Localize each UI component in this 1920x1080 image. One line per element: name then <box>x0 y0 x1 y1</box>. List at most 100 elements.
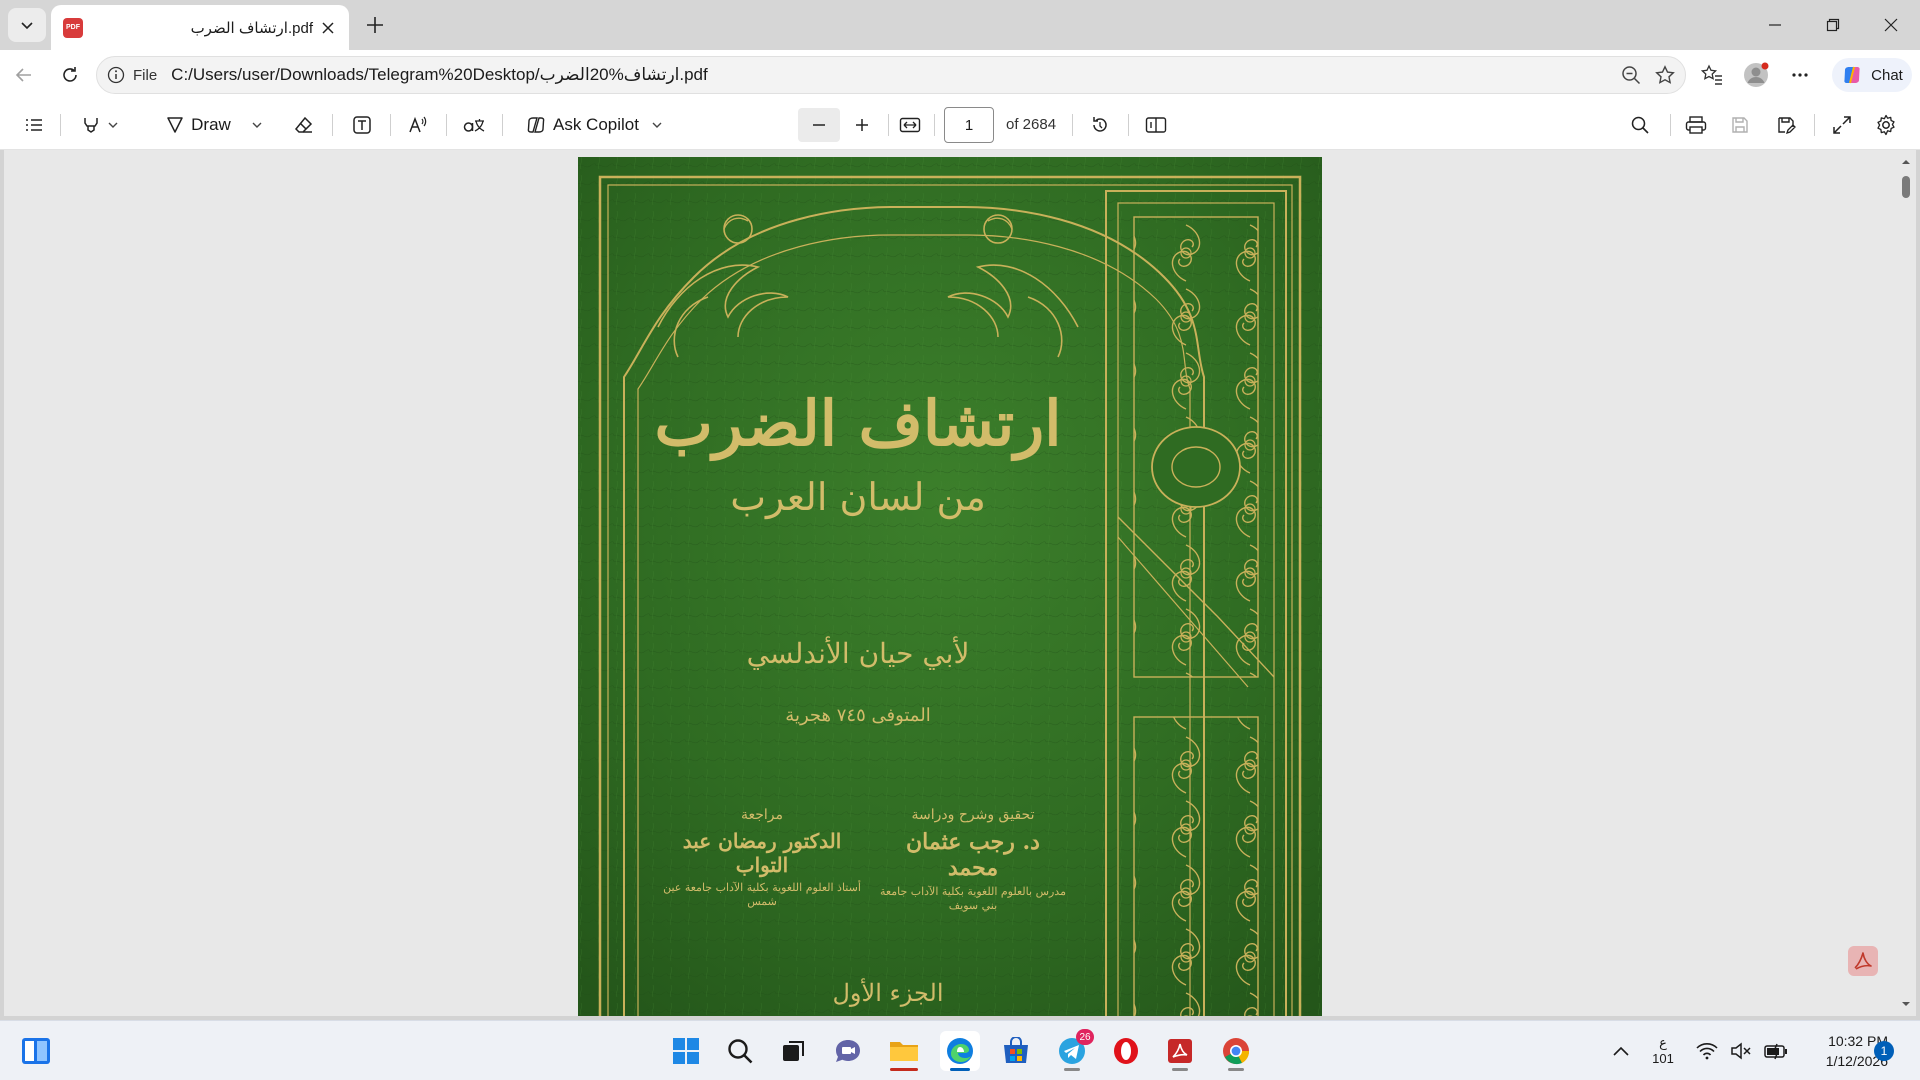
chevron-down-icon <box>108 122 118 128</box>
opera-button[interactable] <box>1106 1031 1146 1071</box>
favorites-button[interactable] <box>1694 58 1730 92</box>
book-subtitle: من لسان العرب <box>730 475 986 519</box>
ask-copilot-button[interactable]: Ask Copilot <box>518 108 670 142</box>
toolbar-divider <box>1814 114 1815 136</box>
zoom-in-button[interactable] <box>844 108 880 142</box>
pdf-viewer[interactable]: ارتشاف الضرب من لسان العرب لأبي حيان الأ… <box>4 150 1916 1016</box>
save-as-button[interactable] <box>1768 108 1804 142</box>
running-indicator <box>1064 1068 1080 1071</box>
widgets-button[interactable] <box>16 1031 56 1071</box>
input-language-button[interactable]: ع 101 <box>1648 1031 1678 1071</box>
draw-button[interactable]: Draw <box>156 108 272 142</box>
plus-icon <box>856 119 868 131</box>
url-text[interactable]: C:/Users/user/Downloads/Telegram%20Deskt… <box>171 65 1621 85</box>
show-hidden-icons-button[interactable] <box>1606 1031 1636 1071</box>
find-button[interactable] <box>1622 108 1658 142</box>
browser-tab-active[interactable]: PDF ارتشاف الضرب.pdf <box>51 5 349 50</box>
running-indicator <box>890 1068 918 1071</box>
site-info-button[interactable]: File <box>107 66 157 84</box>
telegram-button[interactable]: 26 <box>1052 1029 1094 1071</box>
teams-chat-button[interactable] <box>828 1031 868 1071</box>
favorite-star-icon[interactable] <box>1655 65 1675 85</box>
highlight-button[interactable] <box>70 108 130 142</box>
windows-taskbar: 26 ع 101 10:32 PM 1/12/2026 1 <box>0 1020 1920 1080</box>
acrobat-icon <box>1854 952 1872 970</box>
restore-icon <box>1826 18 1840 32</box>
minimize-window-button[interactable] <box>1746 0 1804 50</box>
rotate-button[interactable] <box>1082 108 1118 142</box>
toolbar-divider <box>446 114 447 136</box>
chrome-button[interactable] <box>1216 1031 1256 1071</box>
teams-chat-icon <box>836 1040 860 1062</box>
refresh-icon <box>63 67 77 82</box>
save-disk-icon <box>1732 117 1748 133</box>
microsoft-store-button[interactable] <box>996 1031 1036 1071</box>
toolbar-divider <box>502 114 503 136</box>
notification-count-badge[interactable]: 1 <box>1874 1041 1894 1061</box>
chat-label: Chat <box>1871 66 1903 84</box>
copilot-icon <box>1844 66 1860 84</box>
chevron-down-icon <box>252 122 262 128</box>
toolbar-divider <box>1072 114 1073 136</box>
search-icon <box>728 1039 753 1064</box>
settings-more-button[interactable] <box>1782 58 1818 92</box>
file-explorer-button[interactable] <box>884 1031 924 1071</box>
zoom-out-button[interactable] <box>798 108 840 142</box>
book-reviewer-heading: مراجعة <box>740 807 784 823</box>
pdf-editor-button[interactable] <box>1160 1031 1200 1071</box>
book-title: ارتشاف الضرب <box>654 387 1062 460</box>
draw-pen-icon <box>167 117 183 133</box>
arrow-left-icon <box>15 68 31 82</box>
profile-button[interactable] <box>1738 58 1774 92</box>
tab-actions-dropdown[interactable] <box>8 8 46 42</box>
opera-icon <box>1114 1038 1138 1064</box>
new-tab-button[interactable] <box>358 10 392 40</box>
folder-icon <box>890 1042 918 1061</box>
save-button[interactable] <box>1722 108 1758 142</box>
two-page-icon <box>1145 117 1167 133</box>
translate-button[interactable] <box>456 108 492 142</box>
close-tab-button[interactable] <box>319 19 337 37</box>
save-as-icon <box>1778 117 1796 135</box>
edge-button[interactable] <box>940 1031 980 1071</box>
wifi-icon <box>1696 1043 1718 1060</box>
close-icon <box>322 21 334 34</box>
search-button[interactable] <box>720 1031 760 1071</box>
toolbar-divider <box>888 114 889 136</box>
plus-icon <box>367 17 383 33</box>
task-view-button[interactable] <box>774 1031 814 1071</box>
toolbar-divider <box>390 114 391 136</box>
address-bar[interactable]: File C:/Users/user/Downloads/Telegram%20… <box>96 56 1686 94</box>
page-number-input[interactable]: 1 <box>944 107 994 143</box>
page-view-button[interactable] <box>1138 108 1174 142</box>
book-editor-block: تحقيق وشرح ودراسة د. رجب عثمان محمد مدرس… <box>878 807 1068 913</box>
gear-icon <box>1877 114 1895 136</box>
add-text-button[interactable] <box>344 108 380 142</box>
quick-settings-button[interactable] <box>1696 1031 1788 1071</box>
close-window-button[interactable] <box>1862 0 1920 50</box>
zoom-out-icon[interactable] <box>1621 65 1641 85</box>
fullscreen-button[interactable] <box>1824 108 1860 142</box>
fit-to-width-button[interactable] <box>892 108 928 142</box>
copilot-chat-button[interactable]: Chat <box>1832 58 1912 92</box>
toolbar-divider <box>60 114 61 136</box>
erase-button[interactable] <box>286 108 322 142</box>
pdf-file-icon: PDF <box>63 17 83 38</box>
restore-window-button[interactable] <box>1804 0 1862 50</box>
print-button[interactable] <box>1678 108 1714 142</box>
toolbar-divider <box>332 114 333 136</box>
book-reviewer-block: مراجعة الدكتور رمضان عبد التواب أستاذ ال… <box>662 807 862 909</box>
back-button[interactable] <box>6 58 42 92</box>
pdf-settings-button[interactable] <box>1868 108 1904 142</box>
vertical-scrollbar[interactable] <box>1900 156 1912 1010</box>
book-editor-name: د. رجب عثمان محمد <box>906 829 1040 881</box>
start-button[interactable] <box>666 1031 706 1071</box>
book-reviewer-name: الدكتور رمضان عبد التواب <box>682 829 842 877</box>
acrobat-button[interactable] <box>1848 946 1878 976</box>
refresh-button[interactable] <box>52 58 88 92</box>
read-aloud-button[interactable] <box>400 108 436 142</box>
widgets-icon <box>22 1038 50 1064</box>
contents-button[interactable] <box>16 108 52 142</box>
site-info-label: File <box>133 66 158 84</box>
fit-width-icon <box>899 117 921 133</box>
